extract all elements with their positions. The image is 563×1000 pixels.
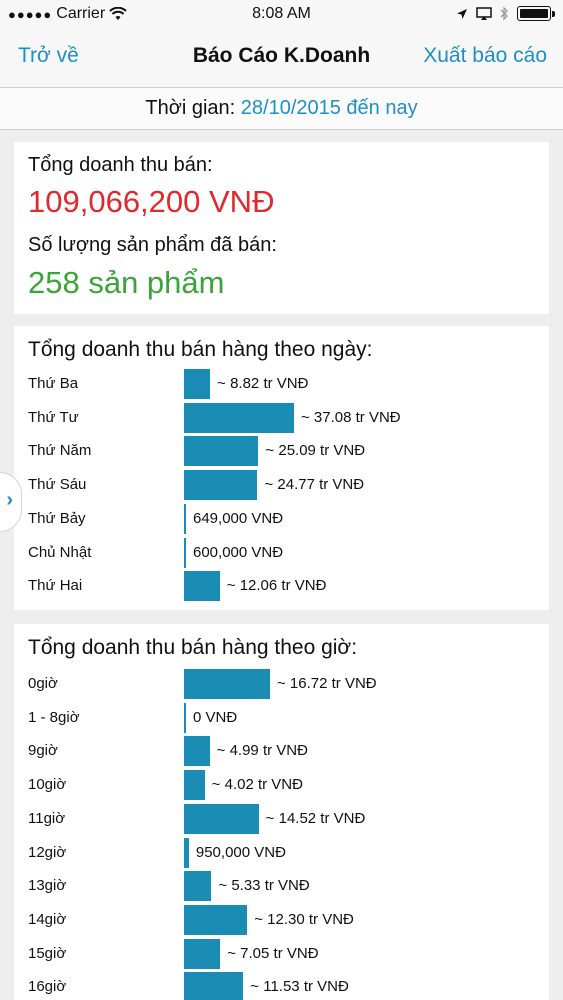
day-revenue-label: Thứ Tư [28, 408, 79, 426]
hour-revenue-label: 15giờ [28, 944, 67, 962]
hour-revenue-bar [184, 736, 210, 767]
location-icon [457, 8, 467, 19]
day-revenue-label: Thứ Sáu [28, 476, 87, 494]
day-revenue-row: Thứ Ba ~ 8.82 tr VNĐ [14, 367, 549, 401]
battery-icon [517, 6, 555, 21]
hour-revenue-row: 1 - 8giờ 0 VNĐ [14, 701, 549, 735]
revenue-by-day-title: Tổng doanh thu bán hàng theo ngày: [28, 338, 373, 361]
hour-revenue-label: 1 - 8giờ [28, 708, 80, 726]
hour-revenue-amount: ~ 4.99 tr VNĐ [216, 742, 308, 760]
hour-revenue-label: 10giờ [28, 776, 67, 794]
hour-revenue-bar [184, 770, 205, 801]
hour-revenue-row: 15giờ ~ 7.05 tr VNĐ [14, 937, 549, 971]
day-revenue-bar [184, 537, 186, 568]
day-revenue-row: Chủ Nhật 600,000 VNĐ [14, 536, 549, 570]
day-revenue-row: Thứ Bảy 649,000 VNĐ [14, 502, 549, 536]
day-revenue-bar [184, 470, 258, 501]
revenue-by-hour-card: Tổng doanh thu bán hàng theo giờ: 0giờ ~ … [14, 624, 549, 1000]
status-right [456, 6, 555, 21]
day-revenue-row: Thứ Sáu ~ 24.77 tr VNĐ [14, 468, 549, 502]
hour-revenue-bar [184, 972, 244, 1000]
hour-revenue-amount: ~ 5.33 tr VNĐ [218, 877, 310, 895]
day-revenue-amount: ~ 37.08 tr VNĐ [301, 408, 401, 426]
day-revenue-label: Thứ Năm [28, 442, 92, 460]
hour-revenue-bar [184, 938, 221, 969]
hour-revenue-row: 11giờ ~ 14.52 tr VNĐ [14, 802, 549, 836]
day-revenue-bar [184, 369, 211, 399]
hour-revenue-row: 9giờ ~ 4.99 tr VNĐ [14, 734, 549, 768]
day-revenue-bar [184, 402, 294, 433]
hour-revenue-amount: ~ 16.72 tr VNĐ [277, 675, 377, 692]
hour-revenue-amount: ~ 4.02 tr VNĐ [211, 776, 303, 794]
hour-revenue-label: 16giờ [28, 978, 67, 996]
hour-revenue-bar [184, 702, 186, 733]
hour-revenue-row: 0giờ ~ 16.72 tr VNĐ [14, 667, 549, 701]
hour-revenue-bar [184, 837, 189, 868]
hour-revenue-bar [184, 904, 248, 935]
time-filter-label: Thời gian: [145, 97, 236, 119]
hour-revenue-amount: 950,000 VNĐ [195, 843, 286, 861]
day-revenue-label: Thứ Bảy [28, 509, 86, 527]
hour-revenue-label: 11giờ [28, 809, 66, 827]
hour-revenue-label: 9giờ [28, 742, 58, 760]
hour-revenue-amount: ~ 11.53 tr VNĐ [250, 978, 349, 996]
hour-revenue-label: 0giờ [28, 675, 58, 692]
hour-revenue-bar [184, 803, 259, 834]
revenue-by-day-card: Tổng doanh thu bán hàng theo ngày: Thứ B… [14, 326, 549, 610]
hour-revenue-row: 16giờ ~ 11.53 tr VNĐ [14, 970, 549, 1000]
day-revenue-amount: ~ 8.82 tr VNĐ [217, 375, 309, 392]
hour-revenue-row: 13giờ ~ 5.33 tr VNĐ [14, 869, 549, 903]
day-revenue-amount: ~ 12.06 tr VNĐ [226, 577, 327, 595]
chevron-right-icon: › [6, 489, 13, 511]
day-revenue-bar [184, 503, 186, 534]
hour-revenue-row: 14giờ ~ 12.30 tr VNĐ [14, 903, 549, 937]
hour-revenue-amount: ~ 7.05 tr VNĐ [227, 944, 319, 962]
hour-revenue-row: 12giờ 950,000 VNĐ [14, 836, 549, 870]
hour-revenue-amount: ~ 14.52 tr VNĐ [265, 809, 366, 827]
total-revenue-label: Tổng doanh thu bán: [28, 154, 213, 176]
day-revenue-amount: 600,000 VNĐ [193, 543, 284, 561]
day-revenue-amount: ~ 24.77 tr VNĐ [264, 476, 365, 494]
quantity-sold-label: Số lượng sản phẩm đã bán: [28, 234, 277, 256]
summary-card: Tổng doanh thu bán: 109,066,200 VNĐ Số l… [14, 142, 549, 314]
hour-revenue-amount: ~ 12.30 tr VNĐ [254, 910, 354, 928]
day-revenue-row: Thứ Hai ~ 12.06 tr VNĐ [14, 569, 549, 603]
total-revenue-value: 109,066,200 VNĐ [28, 184, 275, 219]
hour-revenue-label: 12giờ [28, 843, 67, 861]
hour-revenue-bar [184, 871, 212, 902]
day-revenue-amount: ~ 25.09 tr VNĐ [265, 442, 366, 460]
day-revenue-row: Thứ Tư ~ 37.08 tr VNĐ [14, 401, 549, 435]
quantity-sold-value: 258 sản phẩm [28, 265, 225, 300]
navigation-bar: Trở về Báo Cáo K.Doanh Xuất báo cáo [0, 30, 563, 88]
export-report-button[interactable]: Xuất báo cáo [423, 44, 547, 68]
hour-revenue-bar [184, 669, 270, 699]
day-revenue-bar [184, 571, 220, 602]
hour-revenue-label: 14giờ [28, 910, 67, 928]
airplay-icon [476, 6, 492, 20]
day-revenue-label: Chủ Nhật [28, 543, 92, 561]
revenue-by-hour-title: Tổng doanh thu bán hàng theo giờ: [28, 636, 358, 659]
bluetooth-icon [500, 6, 508, 21]
day-revenue-row: Thứ Năm ~ 25.09 tr VNĐ [14, 434, 549, 468]
hour-revenue-amount: 0 VNĐ [193, 708, 238, 726]
status-bar: ●●●●● Carrier 8:08 AM [0, 0, 563, 30]
time-filter-bar: Thời gian: 28/10/2015 đến nay [0, 88, 563, 130]
day-revenue-label: Thứ Hai [28, 577, 83, 595]
time-filter-value[interactable]: 28/10/2015 đến nay [241, 97, 418, 119]
back-button[interactable]: Trở về [18, 44, 79, 68]
hour-revenue-label: 13giờ [28, 877, 67, 895]
day-revenue-amount: 649,000 VNĐ [193, 509, 284, 527]
hour-revenue-row: 10giờ ~ 4.02 tr VNĐ [14, 768, 549, 802]
day-revenue-label: Thứ Ba [28, 375, 79, 392]
day-revenue-bar [184, 436, 259, 467]
